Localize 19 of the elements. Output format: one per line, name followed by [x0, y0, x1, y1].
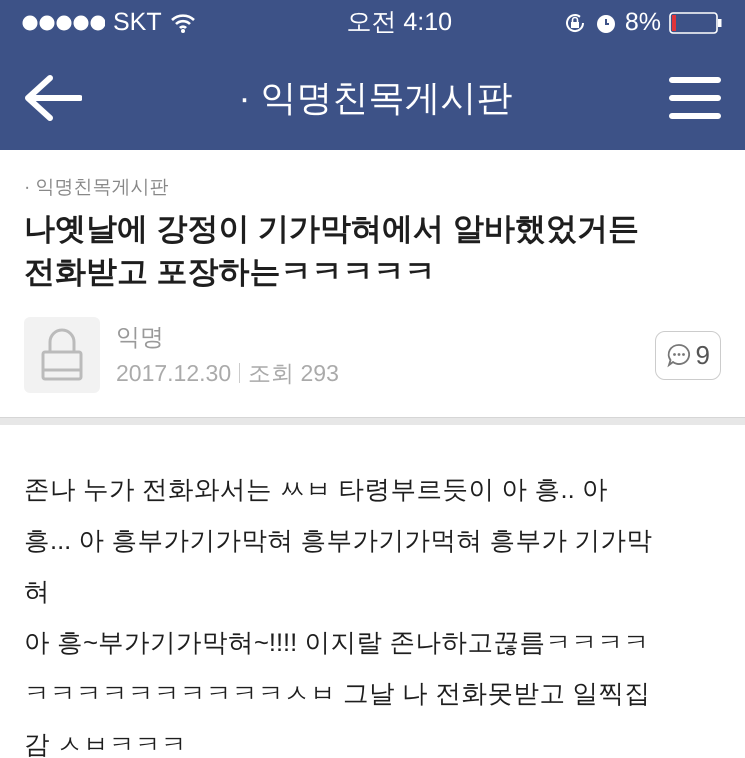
carrier-name: SKT	[113, 7, 162, 38]
signal-icon	[22, 14, 105, 32]
clock-time: 오전 4:10	[346, 7, 452, 38]
page-title: · 익명친목게시판	[238, 76, 512, 120]
wifi-icon	[170, 13, 196, 33]
board-name[interactable]: · 익명친목게시판	[24, 174, 721, 202]
menu-icon[interactable]	[669, 76, 721, 120]
post-date: 2017.12.30	[116, 359, 232, 388]
lock-icon	[40, 328, 84, 382]
post-title: 나옛날에 강정이 기가막혀에서 알바했었거든 전화받고 포장하는ㅋㅋㅋㅋㅋ	[24, 210, 640, 291]
back-arrow-icon[interactable]	[24, 74, 82, 122]
comment-button[interactable]: 9	[654, 330, 721, 380]
battery-icon	[669, 12, 723, 34]
battery-percent: 8%	[624, 7, 661, 38]
author-name: 익명	[116, 323, 165, 354]
alarm-clock-icon	[594, 12, 617, 34]
view-count: 조회 293	[248, 359, 339, 388]
post-body: 존나 누가 전화와서는 ㅆㅂ 타령부르듯이 아 흥.. 아 흥... 아 흥부가기가막혀 흥부가기가먹혀 흥부가 기가막 혀 아 흥~부가기가막혀~!!!! 이지랄 존나하고끊름ㅋㅋㅋㅋ ㅋㅋㅋㅋㅋㅋㅋㅋㅋㅋㅅㅂ 그날 나 전화못받고 일찍집 감 ㅅㅂㅋㅋㅋ	[24, 475, 654, 758]
speech-bubble-icon	[666, 342, 692, 368]
